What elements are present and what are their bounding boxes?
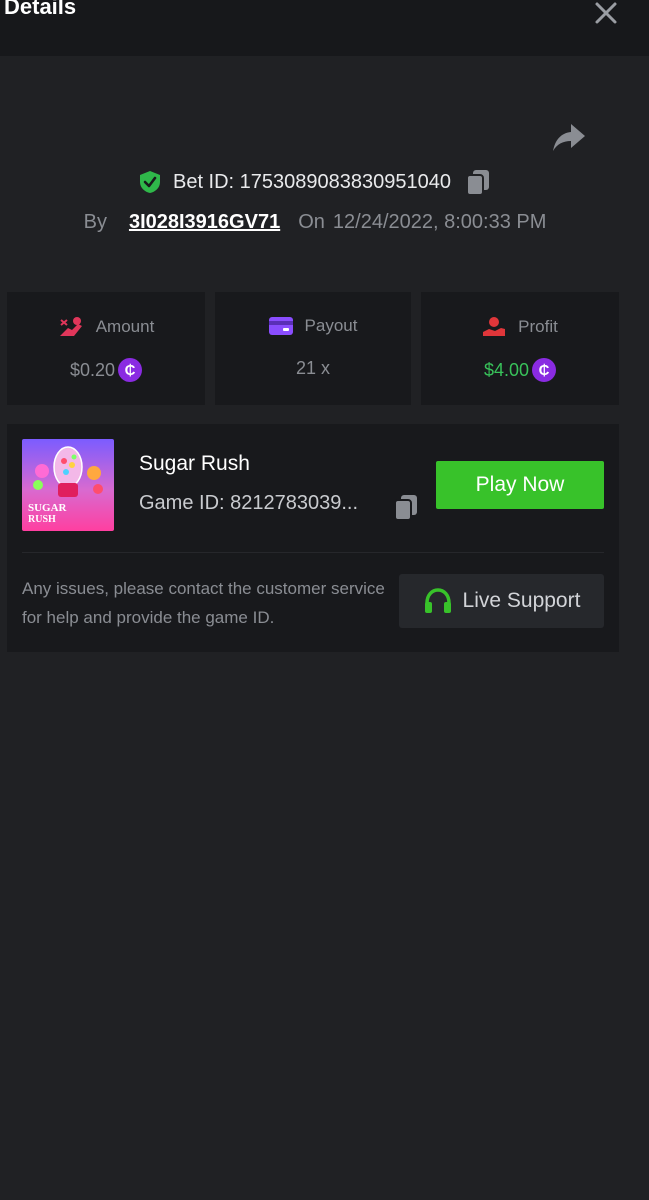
share-icon[interactable]	[551, 120, 587, 154]
bet-id-row: Bet ID: 1753089083830951040	[0, 166, 630, 198]
svg-text:RUSH: RUSH	[28, 514, 56, 525]
help-text: Any issues, please contact the customer …	[22, 579, 385, 627]
shield-check-icon	[139, 171, 160, 193]
coin-icon: ₵	[532, 358, 557, 382]
card-icon	[268, 317, 293, 335]
game-card: SUGAR RUSH Sugar Rush Game ID: 821278303…	[7, 424, 619, 652]
live-support-button[interactable]: Live Support	[399, 574, 604, 628]
on-label: On	[298, 210, 325, 233]
game-id: Game ID: 8212783039...	[139, 492, 359, 514]
by-label: By	[83, 210, 107, 233]
play-now-button[interactable]: Play Now	[436, 461, 604, 509]
close-icon[interactable]	[593, 0, 619, 26]
bet-hand-icon	[59, 317, 82, 336]
game-title: Sugar Rush	[139, 452, 250, 475]
payout-card: Payout 21 x	[215, 292, 411, 405]
live-support-label: Live Support	[462, 589, 581, 612]
thumbnail-logo-text: SUGAR	[28, 502, 68, 514]
header-bar: Details	[0, 0, 649, 56]
game-thumbnail[interactable]: SUGAR RUSH	[22, 439, 114, 531]
profit-label: Profit	[518, 317, 558, 336]
copy-icon[interactable]	[465, 168, 491, 196]
hand-coin-icon	[483, 317, 506, 336]
payout-label: Payout	[304, 316, 358, 335]
profit-value: $4.00	[483, 359, 530, 380]
amount-card: Amount $0.20 ₵	[7, 292, 205, 405]
headset-icon	[424, 588, 451, 613]
user-link[interactable]: 3I028I3916GV71	[129, 211, 280, 234]
amount-value: $0.20	[69, 359, 116, 380]
page-title: Details	[4, 0, 77, 19]
coin-icon: ₵	[118, 358, 143, 382]
bet-id: Bet ID: 1753089083830951040	[172, 170, 452, 193]
payout-value: 21 x	[295, 358, 331, 378]
sugar-rush-thumbnail-image: SUGAR RUSH	[22, 439, 114, 531]
bet-datetime: 12/24/2022, 8:00:33 PM	[332, 210, 547, 233]
amount-label: Amount	[95, 317, 155, 336]
copy-icon[interactable]	[393, 493, 419, 521]
bet-meta-row: By 3I028I3916GV71 On 12/24/2022, 8:00:33…	[0, 206, 630, 238]
divider	[22, 552, 604, 553]
profit-card: Profit $4.00 ₵	[421, 292, 619, 405]
